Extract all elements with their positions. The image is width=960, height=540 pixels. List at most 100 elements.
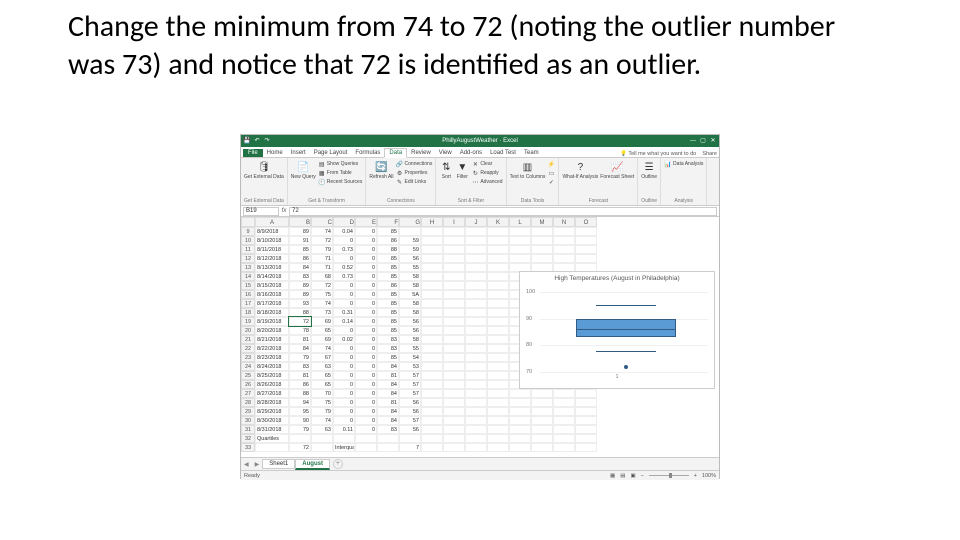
cell[interactable]: 7	[399, 443, 421, 452]
cell[interactable]	[465, 416, 487, 425]
cell[interactable]: 0	[355, 317, 377, 326]
cell[interactable]	[421, 290, 443, 299]
cell[interactable]	[553, 407, 575, 416]
cell[interactable]	[443, 245, 465, 254]
cell[interactable]: Interquartile range	[333, 443, 355, 452]
cell[interactable]: 75	[311, 290, 333, 299]
cell[interactable]	[443, 254, 465, 263]
cell[interactable]	[443, 272, 465, 281]
cell[interactable]: 0	[355, 308, 377, 317]
cell[interactable]	[509, 245, 531, 254]
cell[interactable]	[443, 299, 465, 308]
cell[interactable]: 0	[333, 236, 355, 245]
cell[interactable]: 81	[289, 335, 311, 344]
cell[interactable]: 0	[333, 416, 355, 425]
cell[interactable]	[575, 398, 597, 407]
cell[interactable]	[575, 245, 597, 254]
tab-review[interactable]: Review	[407, 149, 435, 157]
cell[interactable]: 0	[333, 299, 355, 308]
reapply-button[interactable]: ↻Reapply	[471, 169, 502, 177]
cell[interactable]: 57	[399, 380, 421, 389]
cell[interactable]	[465, 353, 487, 362]
cell[interactable]: 85	[377, 317, 399, 326]
cell[interactable]: 89	[289, 227, 311, 236]
row-header[interactable]: 10	[241, 236, 255, 245]
row-header[interactable]: 19	[241, 317, 255, 326]
cell[interactable]	[487, 281, 509, 290]
cell[interactable]: 83	[377, 344, 399, 353]
cell[interactable]: 84	[377, 362, 399, 371]
cell[interactable]	[465, 290, 487, 299]
cell[interactable]: 0	[355, 344, 377, 353]
text-to-columns-button[interactable]: ▥Text to Columns	[510, 160, 546, 180]
cell[interactable]	[553, 389, 575, 398]
cell[interactable]	[509, 434, 531, 443]
cell[interactable]: 0	[355, 263, 377, 272]
cell[interactable]	[487, 317, 509, 326]
cell[interactable]: 0	[355, 254, 377, 263]
cell[interactable]	[421, 308, 443, 317]
row-header[interactable]: 23	[241, 353, 255, 362]
cell[interactable]	[487, 326, 509, 335]
cell[interactable]	[465, 335, 487, 344]
row-header[interactable]: 26	[241, 380, 255, 389]
cell[interactable]: 79	[311, 407, 333, 416]
sheet-tab-sheet1[interactable]: Sheet1	[262, 459, 295, 469]
cell[interactable]	[421, 434, 443, 443]
cell[interactable]: 8/17/2018	[255, 299, 289, 308]
cell[interactable]: 79	[289, 353, 311, 362]
connections-button[interactable]: 🔗Connections	[396, 160, 433, 168]
cell[interactable]	[421, 380, 443, 389]
cell[interactable]: 84	[377, 407, 399, 416]
cell[interactable]	[553, 416, 575, 425]
cell[interactable]: 8/11/2018	[255, 245, 289, 254]
tab-file[interactable]: File	[243, 149, 263, 157]
column-header-C[interactable]: C	[311, 217, 333, 227]
cell[interactable]: 85	[377, 299, 399, 308]
undo-icon[interactable]: ↶	[253, 137, 261, 145]
cell[interactable]	[443, 434, 465, 443]
row-header[interactable]: 30	[241, 416, 255, 425]
cell[interactable]: 0	[333, 362, 355, 371]
cell[interactable]	[465, 380, 487, 389]
cell[interactable]	[531, 398, 553, 407]
edit-links-button[interactable]: ✎Edit Links	[396, 178, 433, 186]
cell[interactable]: 0	[355, 425, 377, 434]
cell[interactable]: 58	[399, 281, 421, 290]
cell[interactable]	[443, 353, 465, 362]
select-all-corner[interactable]	[241, 217, 255, 227]
cell[interactable]: 0	[355, 299, 377, 308]
cell[interactable]: 56	[399, 425, 421, 434]
formula-bar[interactable]: 72	[289, 207, 717, 216]
cell[interactable]	[443, 263, 465, 272]
zoom-slider[interactable]	[649, 475, 689, 476]
cell[interactable]: 8/9/2018	[255, 227, 289, 236]
cell[interactable]	[421, 245, 443, 254]
cell[interactable]: 94	[289, 398, 311, 407]
cell[interactable]: 0.52	[333, 263, 355, 272]
cell[interactable]	[443, 407, 465, 416]
cell[interactable]: 73	[311, 308, 333, 317]
cell[interactable]: 84	[289, 263, 311, 272]
cell[interactable]	[531, 416, 553, 425]
cell[interactable]: 0	[333, 281, 355, 290]
cell[interactable]: 8/31/2018	[255, 425, 289, 434]
close-button[interactable]: ✕	[709, 137, 717, 145]
cell[interactable]	[465, 407, 487, 416]
cell[interactable]	[487, 263, 509, 272]
cell[interactable]	[553, 425, 575, 434]
cell[interactable]	[487, 380, 509, 389]
get-external-data-button[interactable]: 🛢Get External Data	[244, 160, 284, 180]
cell[interactable]: 0	[333, 290, 355, 299]
cell[interactable]: 0.73	[333, 272, 355, 281]
cell[interactable]: 75	[311, 398, 333, 407]
cell[interactable]: 88	[289, 389, 311, 398]
cell[interactable]: 85	[377, 326, 399, 335]
cell[interactable]: 0.31	[333, 308, 355, 317]
column-header-E[interactable]: E	[355, 217, 377, 227]
cell[interactable]: 56	[399, 254, 421, 263]
cell[interactable]	[421, 398, 443, 407]
cell[interactable]	[465, 308, 487, 317]
row-header[interactable]: 17	[241, 299, 255, 308]
cell[interactable]	[487, 353, 509, 362]
